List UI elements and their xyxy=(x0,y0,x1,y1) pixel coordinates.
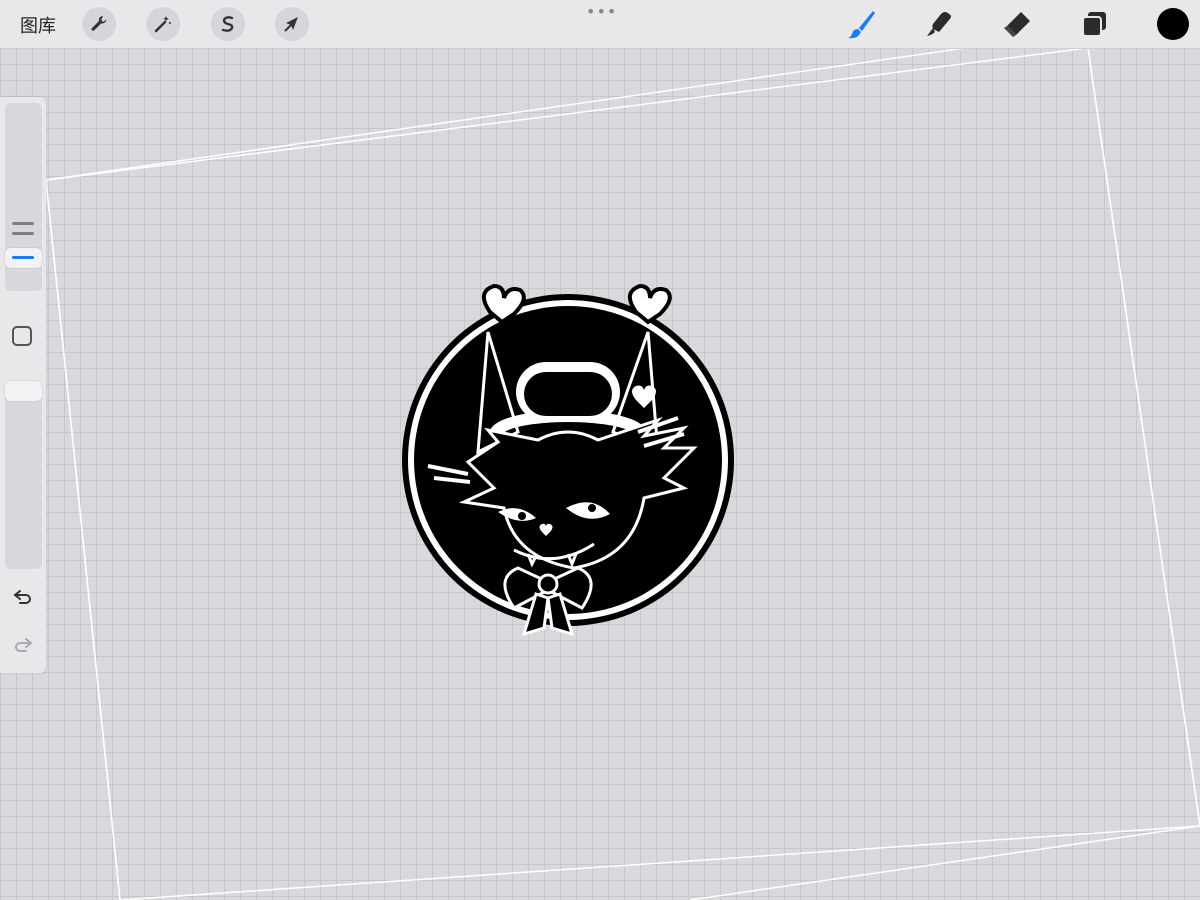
undo-icon xyxy=(13,590,31,604)
layers-button[interactable] xyxy=(1078,7,1112,41)
artwork-emblem[interactable] xyxy=(398,282,738,652)
eraser-icon xyxy=(1004,12,1030,37)
brush-size-thumb[interactable] xyxy=(5,248,42,268)
opacity-slider[interactable] xyxy=(5,381,42,569)
adjustments-button[interactable] xyxy=(146,7,180,41)
layers-icon xyxy=(1082,12,1106,37)
arrow-cursor-icon xyxy=(284,17,298,32)
undo-button[interactable] xyxy=(11,585,35,609)
actions-button[interactable] xyxy=(82,7,116,41)
opacity-thumb[interactable] xyxy=(5,381,42,401)
brush-button[interactable] xyxy=(845,7,879,41)
left-sidebar xyxy=(0,97,46,673)
top-toolbar: 图库 ••• xyxy=(0,0,1200,49)
selection-s-icon xyxy=(221,16,234,32)
color-swatch-button[interactable] xyxy=(1157,8,1189,40)
selection-button[interactable] xyxy=(211,7,245,41)
transform-button[interactable] xyxy=(275,7,309,41)
smudge-button[interactable] xyxy=(922,7,956,41)
gallery-button[interactable]: 图库 xyxy=(20,12,56,38)
more-dots[interactable]: ••• xyxy=(586,2,617,21)
size-slider-icon xyxy=(12,222,34,242)
brush-icon xyxy=(848,11,875,39)
square-modify-icon[interactable] xyxy=(12,326,32,346)
redo-icon xyxy=(15,638,33,652)
redo-button[interactable] xyxy=(11,633,35,657)
wrench-icon xyxy=(91,15,107,31)
smudge-icon xyxy=(927,12,951,36)
magic-wand-icon xyxy=(154,16,171,33)
eraser-button[interactable] xyxy=(1000,7,1034,41)
